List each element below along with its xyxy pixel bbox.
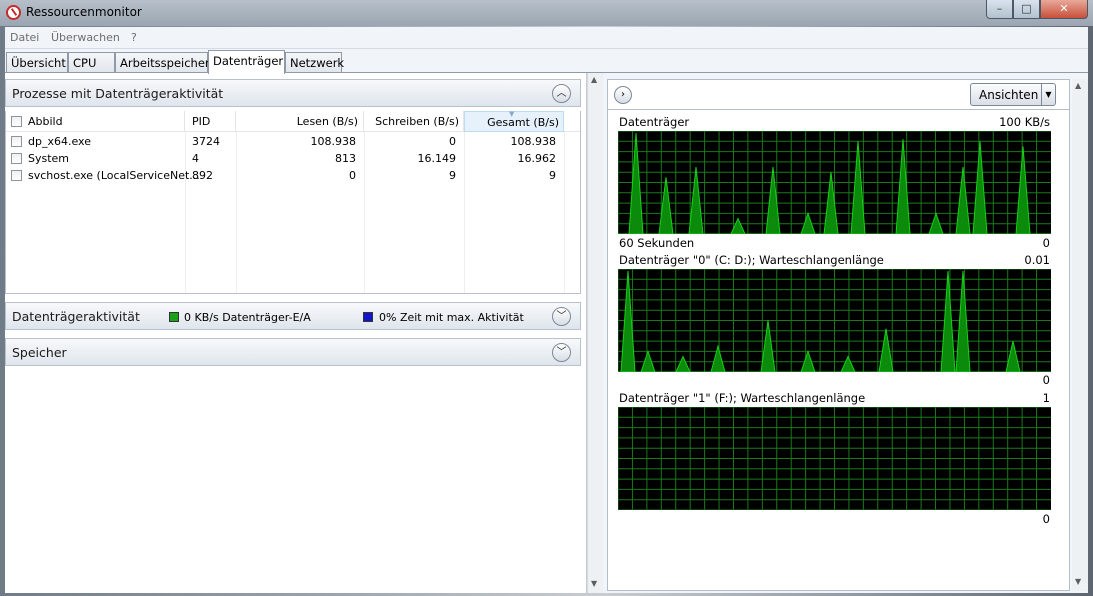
column-pid[interactable]: PID (185, 111, 236, 132)
dropdown-arrow-icon[interactable]: ▼ (1041, 84, 1055, 105)
menu-ueberwachen[interactable]: Überwachen (51, 31, 120, 44)
expand-icon[interactable]: ﹀ (552, 307, 571, 326)
table-row[interactable]: svchost.exe (LocalServiceNet... 892 0 9 … (6, 167, 580, 184)
cell-pid: 3724 (192, 135, 220, 148)
content-area: Prozesse mit Datenträgeraktivität ︿ Abbi… (5, 73, 1088, 593)
io-legend-icon (169, 312, 179, 322)
column-abbild[interactable]: Abbild (6, 111, 185, 132)
graph-disk-time: 60 Sekunden (619, 236, 695, 250)
close-button[interactable]: ✕ (1040, 0, 1088, 19)
cell-schreiben: 16.149 (417, 152, 457, 165)
graph-disk (618, 131, 1051, 234)
column-lesen[interactable]: Lesen (B/s) (236, 111, 364, 132)
menu-bar: Datei Überwachen ? (5, 27, 1088, 49)
graph-disk0-max: 0.01 (1024, 253, 1050, 267)
cell-gesamt: 16.962 (517, 152, 557, 165)
column-schreiben[interactable]: Schreiben (B/s) (364, 111, 464, 132)
resource-monitor-icon (6, 5, 21, 20)
tab-uebersicht[interactable]: Übersicht (6, 52, 68, 73)
collapse-icon[interactable]: ︿ (552, 84, 571, 103)
menu-datei[interactable]: Datei (10, 31, 39, 44)
graph-disk1 (618, 407, 1051, 510)
cell-lesen: 108.938 (310, 135, 357, 148)
cell-pid: 4 (192, 152, 199, 165)
scroll-down-icon[interactable]: ▼ (591, 579, 597, 588)
processes-section-header[interactable]: Prozesse mit Datenträgeraktivität ︿ (5, 79, 581, 107)
minimize-button[interactable]: – (986, 0, 1013, 19)
expand-graphs-icon[interactable]: › (614, 86, 632, 104)
table-row[interactable]: System 4 813 16.149 16.962 (6, 150, 580, 167)
row-checkbox[interactable] (11, 136, 22, 147)
row-checkbox[interactable] (11, 170, 22, 181)
left-pane: Prozesse mit Datenträgeraktivität ︿ Abbi… (5, 73, 587, 593)
graph-disk1-title: Datenträger "1" (F:); Warteschlangenläng… (619, 391, 866, 405)
cell-lesen: 0 (349, 169, 356, 182)
activity-legend-label: 0% Zeit mit max. Aktivität (379, 311, 524, 324)
tab-cpu[interactable]: CPU (68, 52, 115, 73)
cell-abbild: svchost.exe (LocalServiceNet... (28, 169, 200, 182)
graph-disk-min: 0 (1042, 236, 1050, 250)
menu-help[interactable]: ? (131, 31, 137, 44)
views-button[interactable]: Ansichten ▼ (970, 83, 1056, 106)
cell-gesamt: 9 (549, 169, 556, 182)
tab-datentraeger[interactable]: Datenträger (208, 50, 285, 74)
window-title: Ressourcenmonitor (26, 5, 142, 19)
process-table: Abbild PID Lesen (B/s) Schreiben (B/s) ▼… (5, 110, 581, 294)
scroll-up-icon[interactable]: ▲ (591, 75, 597, 84)
header-divider (608, 109, 1069, 110)
views-button-label: Ansichten (979, 88, 1039, 102)
cell-gesamt: 108.938 (510, 135, 557, 148)
cell-abbild: System (28, 152, 70, 165)
graph-disk0-title: Datenträger "0" (C: D:); Warteschlangenl… (619, 253, 884, 267)
column-gesamt-label: Gesamt (B/s) (487, 116, 559, 129)
cell-abbild: dp_x64.exe (28, 135, 91, 148)
graph-disk-title: Datenträger (619, 115, 690, 129)
scroll-up-icon[interactable]: ▲ (1075, 81, 1081, 90)
graph-disk1-min: 0 (1042, 512, 1050, 526)
left-scrollbar[interactable]: ▲ ▼ (587, 73, 603, 593)
scroll-down-icon[interactable]: ▼ (1075, 577, 1081, 586)
graph-disk1-max: 1 (1042, 391, 1050, 405)
sort-descending-icon: ▼ (509, 110, 515, 118)
table-header: Abbild PID Lesen (B/s) Schreiben (B/s) ▼… (6, 110, 580, 132)
graph-disk0-min: 0 (1042, 373, 1050, 387)
cell-schreiben: 9 (449, 169, 456, 182)
cell-schreiben: 0 (449, 135, 456, 148)
activity-section-header[interactable]: Datenträgeraktivität 0 KB/s Datenträger-… (5, 302, 581, 330)
graph-scrollbar[interactable]: ▲ ▼ (1072, 79, 1088, 591)
processes-section-title: Prozesse mit Datenträgeraktivität (12, 86, 224, 101)
io-legend-label: 0 KB/s Datenträger-E/A (184, 311, 311, 324)
maximize-button[interactable]: □ (1013, 0, 1040, 19)
cell-pid: 892 (192, 169, 213, 182)
activity-legend-icon (363, 312, 373, 322)
tab-arbeitsspeicher[interactable]: Arbeitsspeicher (115, 52, 210, 73)
memory-section-title: Speicher (12, 345, 67, 360)
cell-lesen: 813 (335, 152, 356, 165)
graph-disk-max: 100 KB/s (999, 115, 1050, 129)
memory-section-header[interactable]: Speicher ﹀ (5, 338, 581, 366)
graph-disk0 (618, 269, 1051, 372)
activity-section-title: Datenträgeraktivität (12, 309, 140, 324)
tab-strip: Übersicht CPU Arbeitsspeicher Datenträge… (5, 49, 1088, 74)
title-bar: Ressourcenmonitor – □ ✕ (0, 0, 1093, 26)
column-gesamt[interactable]: ▼ Gesamt (B/s) (464, 110, 564, 132)
graph-pane: › Ansichten ▼ Datenträger 100 KB/s 60 Se… (607, 79, 1070, 591)
row-checkbox[interactable] (11, 153, 22, 164)
expand-icon[interactable]: ﹀ (552, 343, 571, 362)
tab-netzwerk[interactable]: Netzwerk (285, 52, 344, 73)
table-row[interactable]: dp_x64.exe 3724 108.938 0 108.938 (6, 133, 580, 150)
